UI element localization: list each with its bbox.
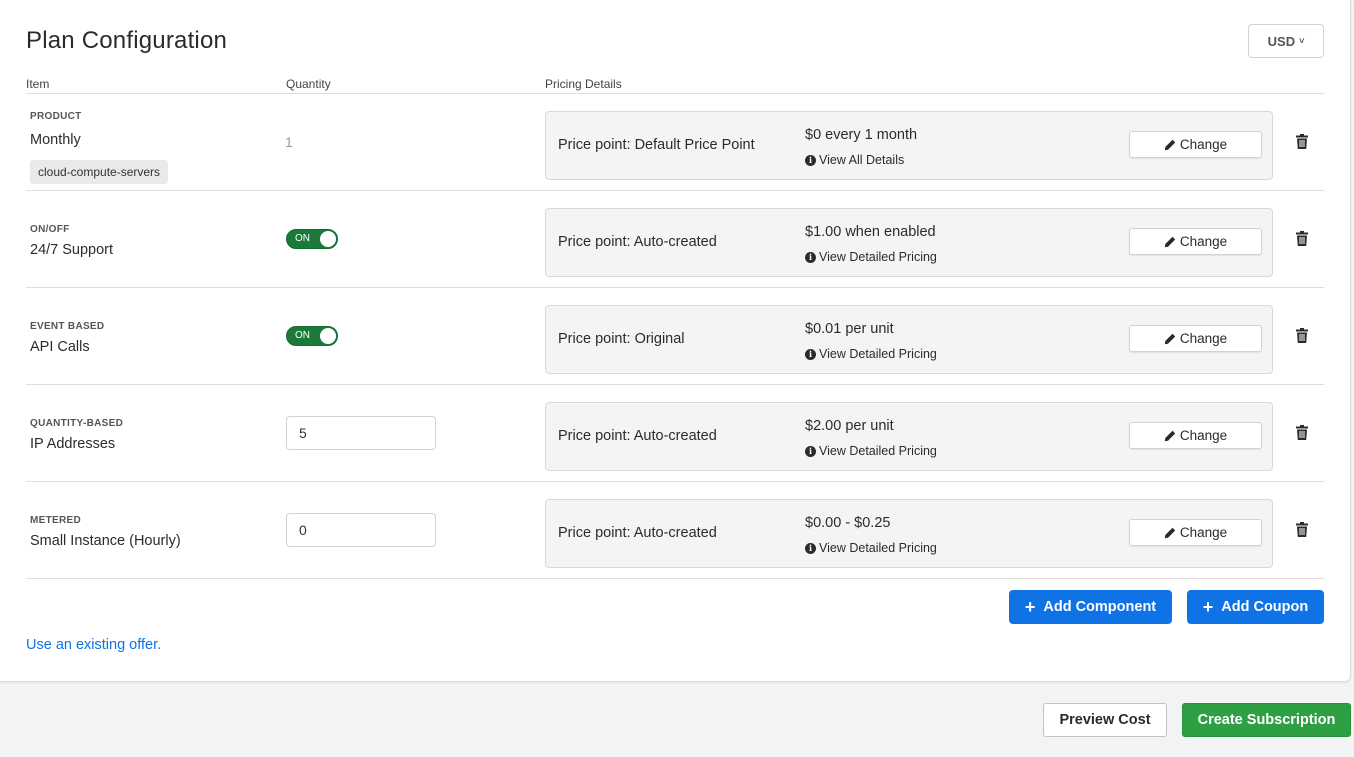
pricing-details-box: Price point: Auto-created $1.00 when ena… (545, 208, 1273, 277)
price-text: $2.00 per unit (805, 418, 894, 434)
change-price-point-button[interactable]: Change (1129, 228, 1262, 255)
item-kind: QUANTITY-BASED (30, 418, 124, 429)
chevron-down-icon: ˅ (1299, 36, 1305, 46)
view-details-label: View All Details (819, 153, 905, 167)
view-details-label: View Detailed Pricing (819, 347, 937, 361)
enable-toggle[interactable]: ON (286, 326, 338, 346)
table-row: EVENT BASED API Calls ON Price point: Or… (26, 288, 1324, 385)
enable-toggle[interactable]: ON (286, 229, 338, 249)
price-point-label: Price point: Default Price Point (558, 137, 755, 153)
change-price-point-button[interactable]: Change (1129, 325, 1262, 352)
trash-icon[interactable] (1296, 231, 1308, 246)
price-point-label: Price point: Auto-created (558, 234, 717, 250)
info-icon: i (805, 348, 816, 360)
pencil-icon (1164, 236, 1176, 247)
trash-icon[interactable] (1296, 522, 1308, 537)
info-icon: i (805, 445, 816, 457)
price-text: $0 every 1 month (805, 127, 918, 143)
table-row: METERED Small Instance (Hourly) Price po… (26, 482, 1324, 579)
item-kind: ON/OFF (30, 224, 70, 235)
change-price-point-button[interactable]: Change (1129, 519, 1262, 546)
info-icon: i (805, 542, 816, 554)
change-label: Change (1179, 331, 1228, 346)
item-kind: EVENT BASED (30, 321, 105, 332)
toggle-label: ON (295, 233, 310, 244)
pricing-details-box: Price point: Auto-created $2.00 per unit… (545, 402, 1273, 471)
item-name: Small Instance (Hourly) (30, 533, 181, 549)
currency-select[interactable]: USD ˅ (1248, 24, 1324, 58)
use-existing-offer-link[interactable]: Use an existing offer. (26, 637, 161, 653)
column-header-pricing: Pricing Details (545, 77, 622, 91)
view-details-link[interactable]: i View Detailed Pricing (805, 250, 937, 264)
item-kind: METERED (30, 515, 81, 526)
view-details-link[interactable]: i View All Details (805, 153, 904, 167)
trash-icon[interactable] (1296, 134, 1308, 149)
pricing-details-box: Price point: Default Price Point $0 ever… (545, 111, 1273, 180)
view-details-label: View Detailed Pricing (819, 541, 937, 555)
quantity-input[interactable] (286, 416, 436, 450)
price-text: $1.00 when enabled (805, 224, 936, 240)
add-component-button[interactable]: + Add Component (1009, 590, 1172, 624)
pencil-icon (1164, 333, 1176, 344)
trash-icon[interactable] (1296, 425, 1308, 440)
change-label: Change (1179, 428, 1228, 443)
table-row: QUANTITY-BASED IP Addresses Price point:… (26, 385, 1324, 482)
item-name: API Calls (30, 339, 90, 355)
add-coupon-label: Add Coupon (1221, 599, 1309, 615)
page-title: Plan Configuration (26, 27, 228, 54)
toggle-label: ON (295, 330, 310, 341)
price-point-label: Price point: Auto-created (558, 428, 717, 444)
item-kind: PRODUCT (30, 111, 82, 122)
table-row: ON/OFF 24/7 Support ON Price point: Auto… (26, 191, 1324, 288)
product-handle-tag: cloud-compute-servers (30, 160, 169, 184)
item-name: 24/7 Support (30, 242, 114, 258)
currency-value: USD (1267, 33, 1296, 49)
info-icon: i (805, 251, 816, 263)
column-header-quantity: Quantity (286, 77, 331, 91)
toggle-knob (320, 328, 336, 344)
plus-icon: + (1202, 597, 1214, 617)
quantity-value: 1 (285, 134, 293, 150)
pricing-details-box: Price point: Original $0.01 per unit i V… (545, 305, 1273, 374)
quantity-input[interactable] (286, 513, 436, 547)
column-header-item: Item (26, 77, 50, 91)
view-details-link[interactable]: i View Detailed Pricing (805, 541, 937, 555)
change-label: Change (1179, 234, 1228, 249)
view-details-link[interactable]: i View Detailed Pricing (805, 347, 937, 361)
create-subscription-button[interactable]: Create Subscription (1182, 703, 1351, 737)
trash-icon[interactable] (1296, 328, 1308, 343)
pencil-icon (1164, 139, 1176, 150)
price-point-label: Price point: Auto-created (558, 525, 717, 541)
pencil-icon (1164, 527, 1176, 538)
view-details-label: View Detailed Pricing (819, 250, 937, 264)
item-name: IP Addresses (30, 436, 116, 452)
add-component-label: Add Component (1043, 599, 1157, 615)
change-label: Change (1179, 525, 1228, 540)
pencil-icon (1164, 430, 1176, 441)
price-text: $0.00 - $0.25 (805, 515, 891, 531)
change-price-point-button[interactable]: Change (1129, 422, 1262, 449)
toggle-knob (320, 231, 336, 247)
plan-configuration-card: Plan Configuration USD ˅ Item Quantity P… (0, 0, 1351, 682)
item-name: Monthly (30, 132, 81, 148)
preview-cost-button[interactable]: Preview Cost (1043, 703, 1167, 737)
plus-icon: + (1024, 597, 1036, 617)
pricing-details-box: Price point: Auto-created $0.00 - $0.25 … (545, 499, 1273, 568)
change-price-point-button[interactable]: Change (1129, 131, 1262, 158)
view-details-label: View Detailed Pricing (819, 444, 937, 458)
view-details-link[interactable]: i View Detailed Pricing (805, 444, 937, 458)
price-point-label: Price point: Original (558, 331, 685, 347)
table-row: PRODUCT Monthly cloud-compute-servers 1 … (26, 94, 1324, 191)
change-label: Change (1179, 137, 1228, 152)
info-icon: i (805, 154, 816, 166)
add-coupon-button[interactable]: + Add Coupon (1187, 590, 1324, 624)
price-text: $0.01 per unit (805, 321, 894, 337)
